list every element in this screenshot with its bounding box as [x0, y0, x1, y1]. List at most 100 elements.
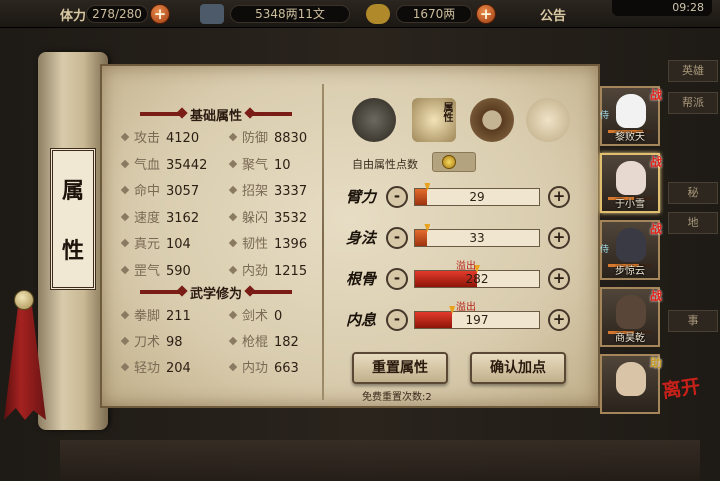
hero-portrait: [616, 295, 646, 329]
basic-stat: 防御 8830: [228, 130, 307, 148]
scroll-title-char-1: 属: [61, 178, 84, 204]
stat-bullet: [228, 185, 238, 195]
side-tab-guild[interactable]: 帮派: [668, 92, 718, 114]
hero-portrait: [616, 228, 646, 262]
free-points-label: 自由属性点数: [352, 158, 418, 171]
stat-value: 10: [274, 157, 291, 173]
basic-stat: 躲闪 3532: [228, 210, 307, 228]
hero-portrait: [616, 362, 646, 396]
leave-button[interactable]: 离开: [660, 371, 702, 403]
hero-portrait: [616, 94, 646, 128]
hero-role-tag: 战: [649, 222, 662, 236]
increase-attr-button[interactable]: +: [548, 227, 570, 249]
stat-value: 3162: [166, 210, 200, 226]
side-tab-heroes[interactable]: 英雄: [668, 60, 718, 82]
hero-role-tag: 战: [649, 289, 662, 303]
hero-attendant-mark: 侍: [600, 111, 610, 121]
hero-role-tag: 战: [649, 155, 662, 169]
clock: 09:28: [612, 0, 712, 16]
stat-value: 211: [166, 309, 191, 324]
reset-attributes-button[interactable]: 重置属性: [352, 352, 448, 384]
hero-card[interactable]: 于小雪 战: [600, 153, 662, 213]
stat-name: 聚气: [242, 157, 269, 173]
stat-name: 剑术: [242, 309, 269, 324]
basic-stat: 罡气 590: [120, 263, 191, 281]
stat-value: 1396: [274, 237, 308, 252]
tab-attributes-icon[interactable]: 属性: [412, 98, 456, 142]
side-tab-secret[interactable]: 秘: [668, 182, 718, 204]
stat-bullet: [120, 362, 130, 372]
add-stamina-button[interactable]: +: [150, 4, 170, 24]
stat-value: 98: [166, 335, 183, 350]
notice-button[interactable]: 公告: [540, 5, 566, 24]
panel-divider: [322, 84, 324, 400]
increase-attr-button[interactable]: +: [548, 268, 570, 290]
stamina-label: 体力: [60, 9, 87, 24]
basic-stat: 招架 3337: [228, 183, 307, 201]
stat-name: 刀术: [134, 335, 161, 350]
header-ornament-right: [250, 290, 293, 294]
hero-name: 黎败天: [615, 132, 645, 143]
scroll-title-char-2: 性: [61, 238, 84, 264]
stat-name: 命中: [134, 184, 161, 199]
martial-title: 武学修为: [190, 286, 243, 302]
martial-header: 武学修为: [140, 282, 293, 302]
martial-stat: 拳脚 211: [120, 308, 191, 326]
header-ornament-left: [140, 112, 182, 116]
stat-value: 3057: [166, 184, 200, 199]
basic-attributes-title: 基础属性: [190, 108, 243, 124]
tab-equipment-icon[interactable]: [352, 98, 396, 142]
basic-stat: 命中 3057: [120, 183, 200, 201]
stat-value: 182: [274, 335, 299, 350]
stat-name: 内功: [242, 361, 269, 376]
stat-bullet: [120, 238, 130, 248]
stat-bullet: [228, 238, 238, 248]
stat-bullet: [228, 159, 238, 168]
hero-card[interactable]: 商昊乾 战: [600, 287, 662, 347]
basic-attributes-header: 基础属性: [140, 104, 293, 124]
basic-stat: 真元 104: [120, 236, 191, 254]
right-side-tabs: 英雄 帮派 秘 地 事: [668, 52, 720, 422]
stat-bullet: [228, 362, 238, 372]
decrease-attr-button[interactable]: -: [386, 227, 408, 249]
stat-bullet: [228, 212, 238, 221]
free-reset-count: 免费重置次数:2: [362, 392, 432, 403]
hero-card[interactable]: 助: [600, 354, 662, 414]
confirm-points-button[interactable]: 确认加点: [470, 352, 566, 384]
tab-meridian-figure-icon[interactable]: [526, 98, 570, 142]
decrease-attr-button[interactable]: -: [386, 186, 408, 208]
side-tab-land[interactable]: 地: [668, 212, 718, 234]
increase-attr-button[interactable]: +: [548, 309, 570, 331]
stat-value: 104: [166, 237, 191, 252]
silver-value: 5348两11文: [230, 5, 350, 23]
attr-value: 197: [465, 313, 489, 327]
hero-role-tag: 助: [649, 356, 662, 370]
hero-card[interactable]: 黎败天 战侍: [600, 86, 662, 146]
tab-bagua-icon[interactable]: [470, 98, 514, 142]
stat-name: 罡气: [134, 263, 161, 279]
basic-stat: 聚气 10: [228, 157, 291, 175]
martial-stat: 枪棍 182: [228, 334, 299, 352]
stat-name: 内劲: [242, 263, 269, 279]
martial-stat: 内功 663: [228, 360, 299, 378]
increase-attr-button[interactable]: +: [548, 186, 570, 208]
top-status-bar: 体力 278/280 + 5348两11文 1670两 + 公告 09:28: [0, 0, 720, 28]
stat-name: 拳脚: [134, 309, 161, 324]
stat-value: 663: [274, 361, 299, 376]
decrease-attr-button[interactable]: -: [386, 268, 408, 290]
stat-value: 590: [166, 263, 191, 279]
add-gold-button[interactable]: +: [476, 4, 496, 24]
hero-card[interactable]: 步惊云 战侍: [600, 220, 662, 280]
silver-icon: [200, 4, 224, 24]
stat-name: 气血: [134, 157, 161, 173]
stat-bullet: [228, 132, 238, 142]
stat-bullet: [120, 132, 130, 142]
side-tab-events[interactable]: 事: [668, 310, 718, 332]
decrease-attr-button[interactable]: -: [386, 309, 408, 331]
attr-name: 内息: [346, 311, 377, 329]
stat-bullet: [228, 310, 238, 320]
stat-bullet: [120, 336, 130, 346]
stamina-value: 278/280: [86, 5, 148, 23]
attr-value: 29: [469, 190, 485, 204]
coin-icon: [442, 155, 456, 169]
